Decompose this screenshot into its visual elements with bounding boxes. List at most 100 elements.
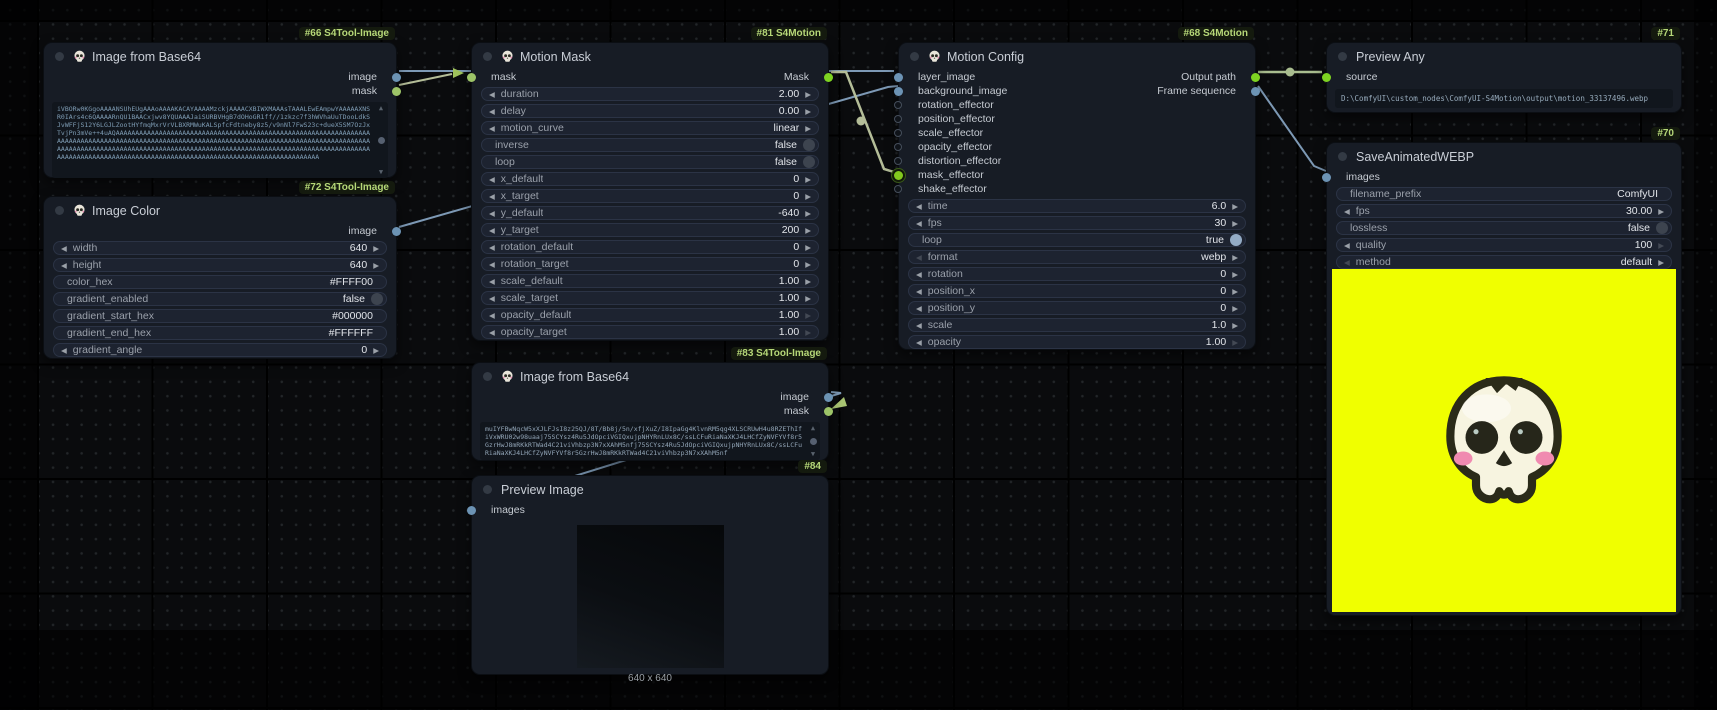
increment-arrow-icon[interactable]: ▶ xyxy=(1232,321,1238,330)
increment-arrow-icon[interactable]: ▶ xyxy=(1658,241,1664,250)
node-title-bar[interactable]: Preview Image xyxy=(472,476,828,503)
scrollbar[interactable]: ▲ ▼ xyxy=(376,104,386,176)
node-save-animated-webp-70[interactable]: #70 SaveAnimatedWEBP images filename_pre… xyxy=(1326,142,1682,616)
input-port-rotation-effector[interactable]: rotation_effector xyxy=(899,98,1255,112)
effector-port-dot[interactable] xyxy=(894,157,902,165)
widget-motion-curve[interactable]: ◀ motion_curve linear ▶ xyxy=(481,121,819,135)
prev-option-arrow-icon[interactable]: ◀ xyxy=(1344,258,1350,267)
decrement-arrow-icon[interactable]: ◀ xyxy=(916,338,922,347)
widget-rotation[interactable]: ◀ rotation 0 ▶ xyxy=(908,267,1246,281)
mask-port-dot[interactable] xyxy=(392,87,401,96)
decrement-arrow-icon[interactable]: ◀ xyxy=(489,175,495,184)
node-graph-canvas[interactable]: #66 S4Tool-Image Image from Base64 image… xyxy=(0,0,1717,710)
mask-effector-port-dot[interactable] xyxy=(894,171,903,180)
increment-arrow-icon[interactable]: ▶ xyxy=(805,175,811,184)
base64-text-field[interactable]: iVBORw0KGgoAAAANSUhEUgAAAoAAAAKACAYAAAAM… xyxy=(52,102,388,178)
widget-scale-target[interactable]: ◀ scale_target 1.00 ▶ xyxy=(481,291,819,305)
decrement-arrow-icon[interactable]: ◀ xyxy=(916,287,922,296)
widget-inverse[interactable]: inverse false xyxy=(481,138,819,152)
node-motion-config-68[interactable]: #68 S4Motion Motion Config Output path F… xyxy=(898,42,1256,350)
toggle-knob[interactable] xyxy=(803,139,815,151)
increment-arrow-icon[interactable]: ▶ xyxy=(805,328,811,337)
increment-arrow-icon[interactable]: ▶ xyxy=(805,226,811,235)
output-port-mask[interactable]: mask xyxy=(472,404,828,418)
effector-port-dot[interactable] xyxy=(894,101,902,109)
node-title-bar[interactable]: Motion Mask xyxy=(472,43,828,70)
widget-gradient-enabled[interactable]: gradient_enabled false xyxy=(53,292,387,306)
decrement-arrow-icon[interactable]: ◀ xyxy=(489,260,495,269)
widget-rotation-target[interactable]: ◀ rotation_target 0 ▶ xyxy=(481,257,819,271)
mask-port-dot[interactable] xyxy=(824,407,833,416)
output-port-image[interactable]: image xyxy=(44,224,396,238)
widget-scale[interactable]: ◀ scale 1.0 ▶ xyxy=(908,318,1246,332)
prev-option-arrow-icon[interactable]: ◀ xyxy=(916,253,922,262)
increment-arrow-icon[interactable]: ▶ xyxy=(805,311,811,320)
widget-filename-prefix[interactable]: filename_prefix ComfyUI xyxy=(1336,187,1672,201)
input-port-shake-effector[interactable]: shake_effector xyxy=(899,182,1255,196)
widget-gradient-start-hex[interactable]: gradient_start_hex #000000 xyxy=(53,309,387,323)
increment-arrow-icon[interactable]: ▶ xyxy=(805,243,811,252)
output-port-mask[interactable]: Mask xyxy=(650,70,828,84)
scroll-thumb[interactable] xyxy=(378,137,385,144)
node-title-bar[interactable]: Preview Any xyxy=(1327,43,1681,70)
widget-y-default[interactable]: ◀ y_default -640 ▶ xyxy=(481,206,819,220)
node-title-bar[interactable]: Image from Base64 xyxy=(472,363,828,390)
increment-arrow-icon[interactable]: ▶ xyxy=(373,261,379,270)
decrement-arrow-icon[interactable]: ◀ xyxy=(489,311,495,320)
increment-arrow-icon[interactable]: ▶ xyxy=(805,90,811,99)
node-image-color-72[interactable]: #72 S4Tool-Image Image Color image ◀ wid… xyxy=(43,196,397,359)
input-port-opacity-effector[interactable]: opacity_effector xyxy=(899,140,1255,154)
output-port-image[interactable]: image xyxy=(472,390,828,404)
node-title-bar[interactable]: Image from Base64 xyxy=(44,43,396,70)
image-port-dot[interactable] xyxy=(894,73,903,82)
widget-y-target[interactable]: ◀ y_target 200 ▶ xyxy=(481,223,819,237)
decrement-arrow-icon[interactable]: ◀ xyxy=(916,270,922,279)
widget-opacity-target[interactable]: ◀ opacity_target 1.00 ▶ xyxy=(481,325,819,339)
increment-arrow-icon[interactable]: ▶ xyxy=(805,277,811,286)
base64-text-field[interactable]: muIYFBwNqcW5xXJLFJsI8z25QJ/8T/Bb8j/5n/xf… xyxy=(480,422,820,460)
scroll-up-icon[interactable]: ▲ xyxy=(811,424,815,432)
decrement-arrow-icon[interactable]: ◀ xyxy=(489,294,495,303)
widget-x-default[interactable]: ◀ x_default 0 ▶ xyxy=(481,172,819,186)
increment-arrow-icon[interactable]: ▶ xyxy=(805,192,811,201)
image-port-dot[interactable] xyxy=(392,227,401,236)
widget-rotation-default[interactable]: ◀ rotation_default 0 ▶ xyxy=(481,240,819,254)
widget-gradient-angle[interactable]: ◀ gradient_angle 0 ▶ xyxy=(53,343,387,357)
effector-port-dot[interactable] xyxy=(894,143,902,151)
decrement-arrow-icon[interactable]: ◀ xyxy=(489,209,495,218)
widget-scale-default[interactable]: ◀ scale_default 1.00 ▶ xyxy=(481,274,819,288)
increment-arrow-icon[interactable]: ▶ xyxy=(373,244,379,253)
scroll-up-icon[interactable]: ▲ xyxy=(379,104,383,112)
increment-arrow-icon[interactable]: ▶ xyxy=(805,260,811,269)
widget-position-x[interactable]: ◀ position_x 0 ▶ xyxy=(908,284,1246,298)
prev-option-arrow-icon[interactable]: ◀ xyxy=(489,124,495,133)
node-preview-image-84[interactable]: #84 Preview Image images 640 x 640 xyxy=(471,475,829,675)
widget-lossless[interactable]: lossless false xyxy=(1336,221,1672,235)
decrement-arrow-icon[interactable]: ◀ xyxy=(61,261,67,270)
increment-arrow-icon[interactable]: ▶ xyxy=(1232,287,1238,296)
input-port-layer-image[interactable]: layer_image xyxy=(899,70,1255,84)
widget-delay[interactable]: ◀ delay 0.00 ▶ xyxy=(481,104,819,118)
increment-arrow-icon[interactable]: ▶ xyxy=(805,209,811,218)
decrement-arrow-icon[interactable]: ◀ xyxy=(61,346,67,355)
decrement-arrow-icon[interactable]: ◀ xyxy=(489,277,495,286)
widget-color-hex[interactable]: color_hex #FFFF00 xyxy=(53,275,387,289)
node-preview-any-71[interactable]: #71 Preview Any source D:\ComfyUI\custom… xyxy=(1326,42,1682,113)
scroll-down-icon[interactable]: ▼ xyxy=(379,168,383,176)
next-option-arrow-icon[interactable]: ▶ xyxy=(805,124,811,133)
widget-gradient-end-hex[interactable]: gradient_end_hex #FFFFFF xyxy=(53,326,387,340)
node-motion-mask-81[interactable]: #81 S4Motion Motion Mask mask Mask ◀ dur… xyxy=(471,42,829,341)
toggle-knob[interactable] xyxy=(803,156,815,168)
input-port-source[interactable]: source xyxy=(1327,70,1681,84)
widget-opacity[interactable]: ◀ opacity 1.00 ▶ xyxy=(908,335,1246,349)
mask-output-dot[interactable] xyxy=(824,73,833,82)
input-port-background-image[interactable]: background_image xyxy=(899,84,1255,98)
increment-arrow-icon[interactable]: ▶ xyxy=(373,346,379,355)
effector-port-dot[interactable] xyxy=(894,185,902,193)
widget-method[interactable]: ◀ method default ▶ xyxy=(1336,255,1672,269)
increment-arrow-icon[interactable]: ▶ xyxy=(1232,304,1238,313)
increment-arrow-icon[interactable]: ▶ xyxy=(1232,338,1238,347)
decrement-arrow-icon[interactable]: ◀ xyxy=(1344,207,1350,216)
increment-arrow-icon[interactable]: ▶ xyxy=(805,107,811,116)
next-option-arrow-icon[interactable]: ▶ xyxy=(1232,253,1238,262)
